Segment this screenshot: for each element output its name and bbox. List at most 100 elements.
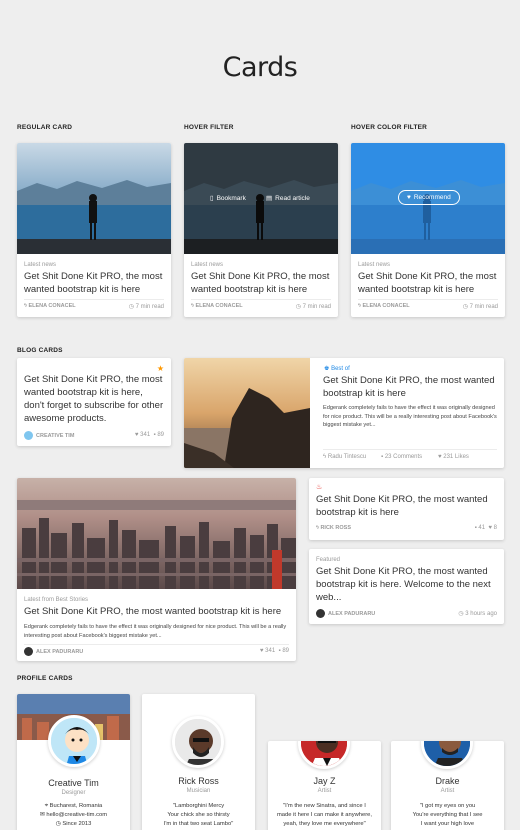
profile-quote-line: Your chick she so thirsty xyxy=(167,812,230,818)
read-time: 7 min read xyxy=(302,304,331,310)
comments-count: 41 xyxy=(478,525,486,531)
author-name: RICK ROSS xyxy=(320,525,352,531)
card-title[interactable]: Get Shit Done Kit PRO, the most wanted b… xyxy=(323,374,498,400)
card-author: ϟ RICK ROSS xyxy=(316,525,351,531)
card-stats: ▪ 41 ♥ 8 xyxy=(475,525,497,531)
profile-location: ⌖ Bucharest, Romania xyxy=(17,802,130,811)
avatar xyxy=(48,715,100,767)
card-read-time: ◷ 7 min read xyxy=(463,303,498,310)
author-name: ELENA CONACEL xyxy=(28,303,76,309)
blog-card-image[interactable]: Latest from Best Stories Get Shit Done K… xyxy=(17,478,296,661)
card-time: ◷ 3 hours ago xyxy=(458,610,497,617)
fire-icon: ♨ xyxy=(316,484,323,491)
blog-card-fire[interactable]: ♨ Get Shit Done Kit PRO, the most wanted… xyxy=(309,478,504,540)
card-category: ♚ Best of xyxy=(324,365,350,372)
blog-card-featured[interactable]: Featured Get Shit Done Kit PRO, the most… xyxy=(309,549,504,624)
profile-card[interactable]: Jay Z Artist "I'm the new Sinatra, and s… xyxy=(268,741,381,830)
card-author: CREATIVE TIM xyxy=(24,431,74,440)
card-image xyxy=(17,478,296,589)
profile-card[interactable]: Drake Artist "I got my eyes on you You'r… xyxy=(391,741,504,830)
blog-card-horizontal[interactable]: ♚ Best of Get Shit Done Kit PRO, the mos… xyxy=(184,358,504,468)
comment-icon: ▪ xyxy=(153,432,156,438)
location-text: Bucharest, Romania xyxy=(49,803,103,809)
author-name: ELENA CONACEL xyxy=(362,303,410,309)
profile-card[interactable]: Rick Ross Musician "Lamborghini Mercy Yo… xyxy=(142,694,255,830)
profile-role: Artist xyxy=(317,788,332,794)
avatar xyxy=(298,741,350,769)
section-label-hover-color-filter: HOVER COLOR FILTER xyxy=(351,124,428,131)
bookmark-button[interactable]: ▯ Bookmark xyxy=(210,194,246,203)
card-title[interactable]: Get Shit Done Kit PRO, the most wanted b… xyxy=(24,270,166,296)
heart-icon: ♥ xyxy=(259,648,264,654)
profile-quote-line: "Lamborghini Mercy xyxy=(172,803,225,809)
profile-quote-line: yeah, they love me everywhere" xyxy=(283,821,366,827)
profile-name: Creative Tim xyxy=(48,778,99,788)
bolt-icon: ϟ xyxy=(24,303,27,309)
heart-icon: ♥ xyxy=(488,525,492,531)
document-icon: ▤ xyxy=(266,195,273,202)
profile-name: Drake xyxy=(435,776,460,786)
card-author: ϟ ELENA CONACEL xyxy=(191,303,243,309)
recommend-button[interactable]: ♥ Recommend xyxy=(398,190,460,205)
profile-card[interactable]: Creative Tim Designer ⌖ Bucharest, Roman… xyxy=(17,694,130,830)
comment-icon: ▪ xyxy=(381,454,384,460)
page-title: Cards xyxy=(222,52,298,83)
read-article-button[interactable]: ▤ Read article xyxy=(266,194,310,203)
card-category: Latest news xyxy=(358,262,391,268)
map-pin-icon: ⌖ xyxy=(44,803,49,809)
section-label-regular: REGULAR CARD xyxy=(17,124,73,131)
heart-icon: ♥ xyxy=(134,432,139,438)
clock-icon: ◷ xyxy=(128,304,134,310)
author-name: ELENA CONACEL xyxy=(195,303,243,309)
avatar xyxy=(421,741,473,769)
bolt-icon: ϟ xyxy=(191,303,194,309)
avatar xyxy=(24,647,33,656)
likes-count: 231 Likes xyxy=(443,454,469,460)
card-read-time: ◷ 7 min read xyxy=(296,303,331,310)
hover-color-filter-card[interactable]: ♥ Recommend Latest news Get Shit Done Kit… xyxy=(351,143,505,317)
card-description: Edgerank completely fails to have the ef… xyxy=(24,624,287,639)
card-title[interactable]: Get Shit Done Kit PRO, the most wanted b… xyxy=(316,493,498,519)
blog-card-text[interactable]: ★ Get Shit Done Kit PRO, the most wanted… xyxy=(17,358,171,446)
card-author: ALEX PADURARU xyxy=(24,647,83,656)
regular-card[interactable]: Latest news Get Shit Done Kit PRO, the m… xyxy=(17,143,171,317)
read-time: 7 min read xyxy=(135,304,164,310)
card-title[interactable]: Get Shit Done Kit PRO, the most wanted b… xyxy=(191,270,333,296)
avatar xyxy=(316,609,325,618)
comment-icon: ▪ xyxy=(474,525,477,531)
author-name: ALEX PADURARU xyxy=(36,648,84,655)
comments-count: 89 xyxy=(157,432,164,438)
hover-filter-card[interactable]: ▯ Bookmark ▤ Read article Latest news Get … xyxy=(184,143,338,317)
profile-role: Designer xyxy=(61,790,86,796)
card-image xyxy=(184,143,338,254)
bookmark-label: Bookmark xyxy=(216,194,246,202)
card-stats: ♥ 341 ▪ 89 xyxy=(260,648,289,654)
bolt-icon: ϟ xyxy=(323,454,327,460)
trophy-icon: ♚ xyxy=(324,366,330,372)
read-time: 7 min read xyxy=(469,304,498,310)
category-label: Best of xyxy=(331,366,350,372)
heart-icon: ♥ xyxy=(407,194,411,201)
card-title[interactable]: Get Shit Done Kit PRO, the most wanted b… xyxy=(358,270,500,296)
profile-quote-line: "I got my eyes on you xyxy=(419,803,476,809)
card-description: Edgerank completely fails to have the ef… xyxy=(323,405,497,428)
profile-quote-line: I'm in that two seat Lambo" xyxy=(163,821,234,827)
card-title[interactable]: Get Shit Done Kit PRO, the most wanted b… xyxy=(24,373,164,425)
author-name: CREATIVE TIM xyxy=(36,432,75,439)
time-ago: 3 hours ago xyxy=(465,611,497,617)
envelope-icon: ✉ xyxy=(39,812,45,818)
card-comments: ▪ 23 Comments xyxy=(381,454,422,460)
profile-role: Artist xyxy=(440,788,455,794)
card-title[interactable]: Get Shit Done Kit PRO, the most wanted b… xyxy=(316,565,498,604)
card-category: Latest news xyxy=(24,262,57,268)
profile-name: Rick Ross xyxy=(178,776,219,786)
avatar xyxy=(172,716,224,768)
card-image xyxy=(184,358,310,468)
read-article-label: Read article xyxy=(275,194,310,202)
likes-count: 8 xyxy=(493,525,497,531)
card-title[interactable]: Get Shit Done Kit PRO, the most wanted b… xyxy=(24,605,289,618)
author-name: Radu Tintescu xyxy=(327,454,367,460)
profile-email[interactable]: ✉ hello@creative-tim.com xyxy=(17,811,130,820)
card-category: Latest news xyxy=(191,262,224,268)
card-stats: ♥ 341 ▪ 89 xyxy=(135,432,164,438)
